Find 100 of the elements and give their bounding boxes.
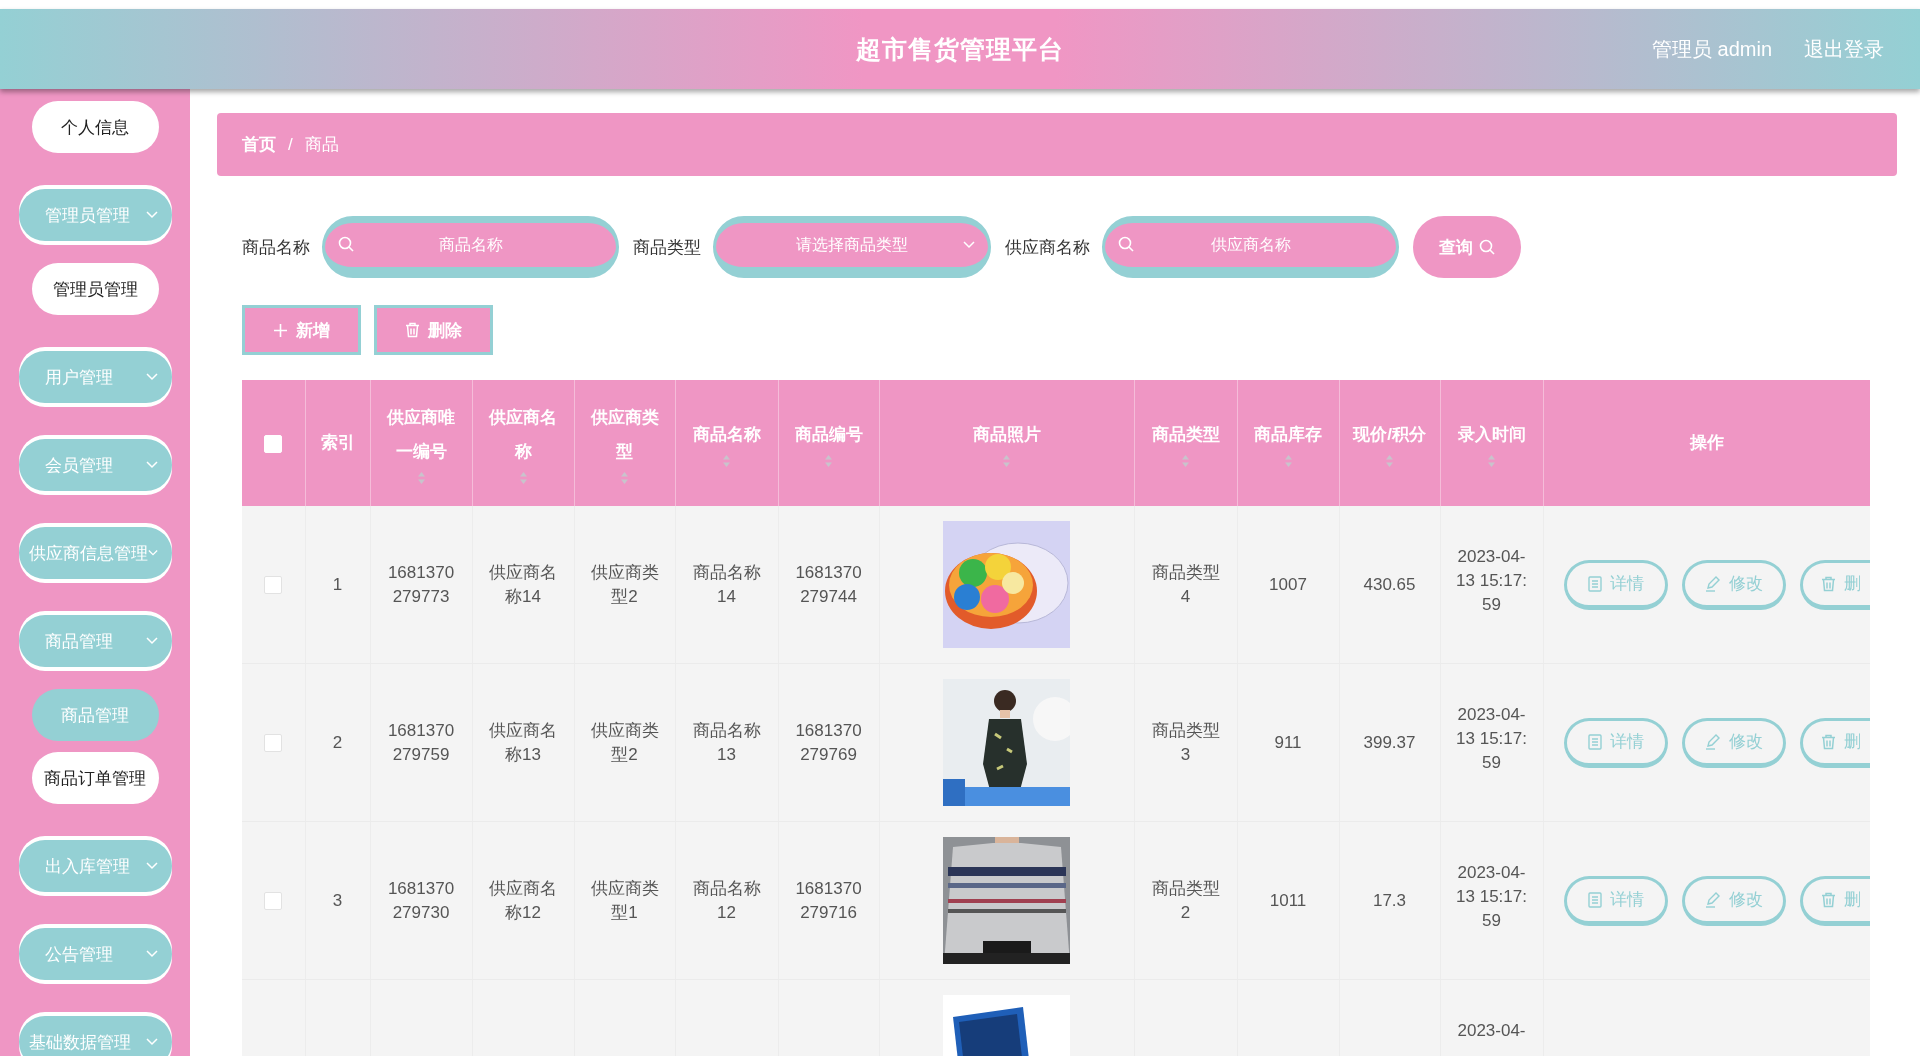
table-cell: 1681370279769 <box>795 720 862 764</box>
table-cell: 1681370279744 <box>795 562 862 606</box>
delete-button[interactable]: 删 <box>1799 875 1869 926</box>
table-cell: 1681370279773 <box>387 562 455 606</box>
sort-icon[interactable] <box>620 471 629 485</box>
sort-icon[interactable] <box>416 471 426 485</box>
breadcrumb-link[interactable]: 商品 <box>304 133 339 156</box>
delete-button[interactable]: 删除 <box>374 305 493 355</box>
trash-icon <box>1820 575 1836 592</box>
edit-button[interactable]: 修改 <box>1681 875 1786 926</box>
checkbox[interactable] <box>264 892 283 910</box>
pencil-icon <box>1704 575 1721 592</box>
sort-icon[interactable] <box>1487 454 1496 468</box>
delete-button[interactable]: 删 <box>1799 717 1869 768</box>
caret-icon <box>145 637 158 645</box>
column-header: 操作 <box>1688 432 1725 454</box>
column-header: 商品名称 <box>691 424 762 446</box>
checkbox[interactable] <box>264 576 283 594</box>
column-header: 现价/积分 <box>1351 424 1427 446</box>
table-cell: 供应商类型2 <box>590 562 659 606</box>
table-cell: 商品名称12 <box>692 878 761 922</box>
caret-icon <box>145 950 158 958</box>
delete-button[interactable]: 删 <box>1799 559 1869 610</box>
table-cell: 供应商名称13 <box>489 720 557 764</box>
caret-icon <box>147 549 158 557</box>
search-icon <box>1479 239 1495 255</box>
pencil-icon <box>1704 891 1721 908</box>
sort-icon[interactable] <box>722 454 731 468</box>
table-cell: 供应商类型1 <box>590 878 659 922</box>
details-button[interactable]: 详情 <box>1563 717 1668 768</box>
column-header: 商品编号 <box>793 424 864 446</box>
caret-icon <box>145 1038 158 1046</box>
column-header: 供应商唯一编号 <box>386 407 456 463</box>
column-header: 索引 <box>319 432 356 454</box>
sort-icon[interactable] <box>1385 454 1394 468</box>
filter-label: 供应商名称 <box>1005 236 1090 259</box>
table-cell: 17.3 <box>1372 890 1407 910</box>
sort-icon[interactable] <box>1181 454 1190 468</box>
menu-item[interactable]: 个人信息 <box>31 101 159 153</box>
table-cell-text: 2023-04-13 15:17:59 <box>1455 545 1528 616</box>
table-cell: 供应商类型2 <box>590 720 659 764</box>
checkbox[interactable] <box>264 734 283 752</box>
trash-icon <box>405 322 420 338</box>
filter-label: 商品类型 <box>633 236 701 259</box>
table-cell-text: 2023-04- <box>1456 1019 1527 1042</box>
table-cell: 商品类型2 <box>1151 878 1220 922</box>
column-header: 供应商名称 <box>488 407 558 463</box>
search-button[interactable]: 查询 <box>1413 216 1521 278</box>
table-cell: 1007 <box>1269 574 1307 594</box>
details-button[interactable]: 详情 <box>1563 875 1668 926</box>
input-field[interactable]: 商品名称 <box>322 216 619 278</box>
table-cell: 1681370279716 <box>795 878 862 922</box>
select-field[interactable]: 请选择商品类型 <box>713 216 991 278</box>
sort-icon[interactable] <box>518 471 528 485</box>
filter-label: 商品名称 <box>242 236 310 259</box>
table-cell: 3 <box>332 890 343 910</box>
menu-item[interactable]: 商品管理 <box>31 689 159 741</box>
column-header: 商品类型 <box>1150 424 1221 446</box>
table-cell: 2 <box>332 732 343 752</box>
caret-icon <box>145 211 158 219</box>
caret-icon <box>145 373 158 381</box>
menu-item[interactable]: 管理员管理 <box>31 263 159 315</box>
table-cell: 911 <box>1274 732 1302 752</box>
edit-button[interactable]: 修改 <box>1681 559 1786 610</box>
table-cell: 商品名称14 <box>692 562 761 606</box>
table-cell: 399.37 <box>1363 732 1416 752</box>
table-cell: 供应商名称14 <box>489 562 557 606</box>
trash-icon <box>1820 891 1836 908</box>
sort-icon[interactable] <box>1002 454 1011 468</box>
table-cell: 商品类型4 <box>1151 562 1220 606</box>
menu-item[interactable]: 商品订单管理 <box>31 752 159 804</box>
document-icon <box>1587 575 1602 592</box>
sort-icon[interactable] <box>1283 454 1293 468</box>
table-cell: 商品名称13 <box>692 720 761 764</box>
edit-button[interactable]: 修改 <box>1681 717 1786 768</box>
column-header: 商品库存 <box>1253 424 1323 446</box>
document-icon <box>1587 891 1602 908</box>
table-cell: 商品类型3 <box>1151 720 1220 764</box>
breadcrumb-link[interactable]: 首页 <box>242 133 276 156</box>
table-cell: 1681370279730 <box>387 878 455 922</box>
column-header: 商品照片 <box>971 424 1042 446</box>
column-header: 供应商类型 <box>589 407 660 463</box>
details-button[interactable]: 详情 <box>1563 559 1668 610</box>
table-cell: 供应商名称12 <box>489 878 557 922</box>
table-cell: 1 <box>332 574 343 594</box>
document-icon <box>1587 733 1602 750</box>
pencil-icon <box>1704 733 1721 750</box>
plus-icon <box>273 322 288 338</box>
app-title: 超市售货管理平台 <box>856 33 1064 65</box>
table-cell: 1011 <box>1269 890 1307 910</box>
add-button[interactable]: 新增 <box>242 305 361 355</box>
sort-icon[interactable] <box>824 454 833 468</box>
logout-link[interactable]: 退出登录 <box>1804 35 1884 63</box>
caret-icon <box>145 461 158 469</box>
user-label: 管理员 admin <box>1651 36 1772 62</box>
table-cell: 430.65 <box>1363 574 1416 594</box>
column-header: 录入时间 <box>1456 424 1527 446</box>
caret-icon <box>145 862 158 870</box>
input-field[interactable]: 供应商名称 <box>1102 216 1399 278</box>
trash-icon <box>1820 733 1836 750</box>
